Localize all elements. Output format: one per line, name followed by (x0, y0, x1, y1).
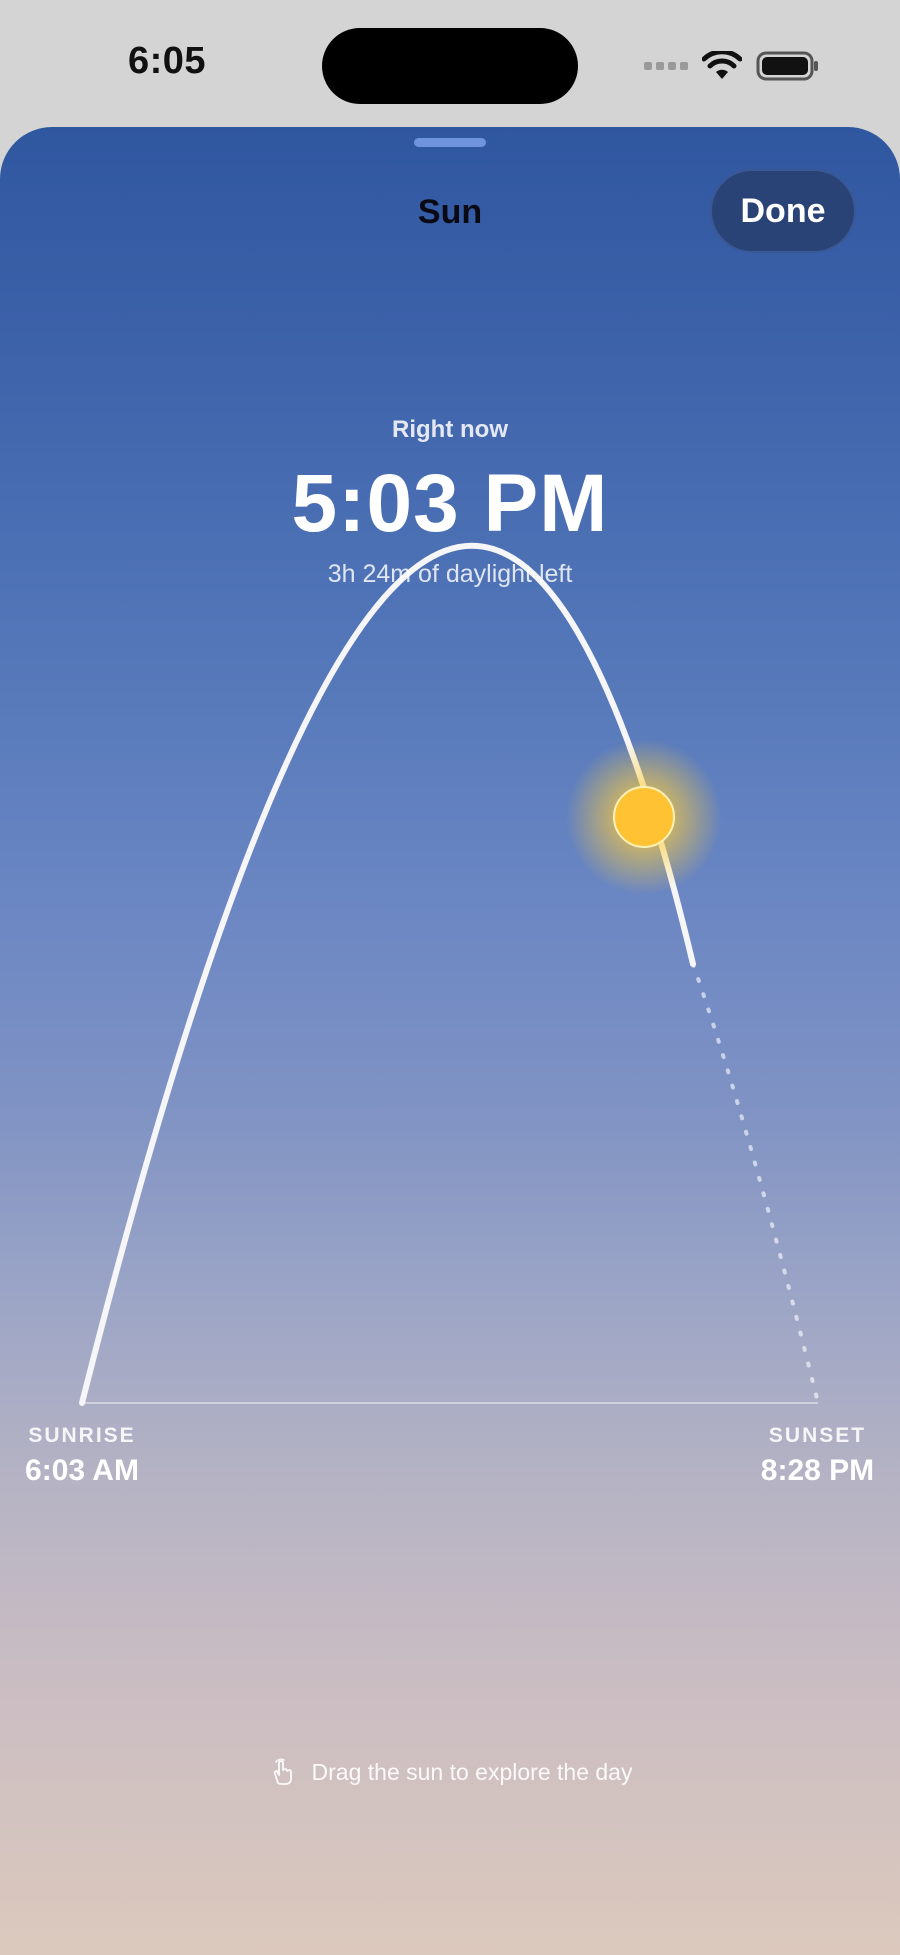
sunset-caption: SUNSET (768, 1424, 867, 1447)
sun-path-elapsed (79, 543, 696, 1406)
drag-hint: Drag the sun to explore the day (0, 1757, 900, 1787)
sunset-time: 8:28 PM (760, 1454, 875, 1487)
cellular-signal-icon (644, 62, 688, 70)
sunset-label: SUNSET 8:28 PM (740, 1424, 895, 1488)
status-time: 6:05 (128, 40, 207, 82)
sun-path-remaining (691, 962, 820, 1405)
sun-path-chart (79, 543, 820, 1406)
drag-hint-text: Drag the sun to explore the day (311, 1758, 633, 1785)
status-icons (644, 50, 820, 82)
sunrise-label: SUNRISE 6:03 AM (0, 1424, 164, 1488)
wifi-icon (702, 51, 742, 79)
sunrise-time: 6:03 AM (25, 1454, 139, 1487)
battery-icon (756, 51, 818, 81)
sunrise-caption: SUNRISE (28, 1424, 136, 1447)
status-bar: 6:05 (0, 0, 900, 127)
hand-drag-icon (273, 1758, 292, 1785)
dynamic-island (322, 28, 578, 104)
sun-handle[interactable] (613, 786, 675, 848)
sun-sheet: Sun Done Right now 5:03 PM 3h 24m of day… (0, 127, 900, 1955)
daylight-left-text: 3h 24m of daylight left (327, 560, 573, 588)
